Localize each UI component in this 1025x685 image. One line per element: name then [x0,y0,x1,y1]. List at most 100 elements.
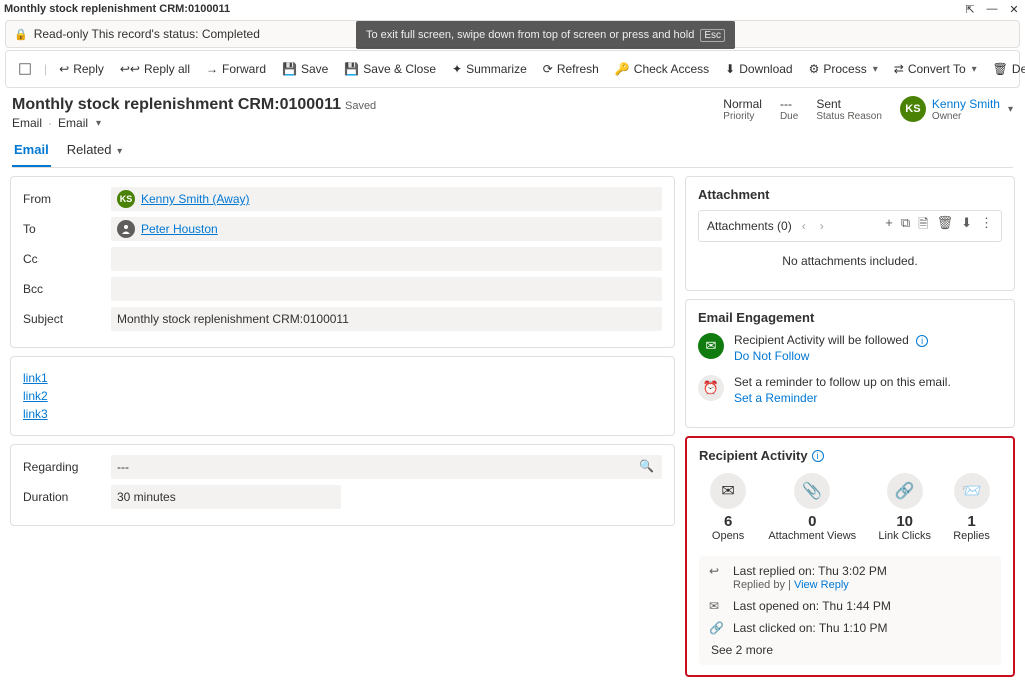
window-title: Monthly stock replenishment CRM:0100011 [4,3,963,15]
delete-button[interactable]: 🗑 Delete [987,58,1025,80]
readonly-bar: 🔒 Read-only This record's status: Comple… [5,20,1020,48]
attach-file-icon[interactable]: 🗎 [918,215,928,237]
new-button[interactable] [12,58,38,80]
email-form-panel: From KS Kenny Smith (Away) To Peter Hous… [10,176,675,348]
recipient-activity-title: Recipient Activity [699,448,808,463]
body-link-2[interactable]: link2 [23,389,662,403]
duration-value: 30 minutes [117,490,176,504]
open-icon: ✉ [709,599,725,613]
attach-download-icon[interactable]: ⬇ [961,215,972,237]
from-label: From [23,192,111,206]
window-titlebar: Monthly stock replenishment CRM:0100011 … [0,0,1025,18]
owner-avatar: KS [900,96,926,122]
duration-label: Duration [23,490,111,504]
content: From KS Kenny Smith (Away) To Peter Hous… [0,168,1025,685]
link-clicks-label: Link Clicks [878,530,931,542]
body-link-3[interactable]: link3 [23,407,662,421]
owner-link[interactable]: Kenny Smith [932,97,1000,111]
stat-opens: ✉ 6 Opens [710,473,746,542]
owner-label: Owner [932,111,1000,122]
see-more-link[interactable]: See 2 more [709,643,991,657]
attach-views-icon: 📎 [794,473,830,509]
save-close-button[interactable]: 💾 Save & Close [338,58,442,80]
replied-by-text: Replied by | [733,579,794,591]
reply-all-button[interactable]: ↩↩ Reply all [114,58,196,80]
reply-button[interactable]: ↩ Reply [53,58,110,80]
attach-more-icon[interactable]: ⋮ [980,215,993,237]
attachment-panel: Attachment Attachments (0) ‹ › + ⧉ 🗎 🗑 ⬇… [685,176,1015,291]
to-link[interactable]: Peter Houston [141,222,218,236]
replies-icon: 📨 [954,473,990,509]
save-button[interactable]: 💾 Save [276,58,334,80]
popout-icon[interactable]: ⇱ [963,2,977,16]
to-field[interactable]: Peter Houston [111,217,662,241]
close-icon[interactable]: ✕ [1007,2,1021,16]
left-column: From KS Kenny Smith (Away) To Peter Hous… [10,176,675,677]
record-header: Monthly stock replenishment CRM:0100011S… [12,96,1013,130]
status-label: Status Reason [816,111,882,122]
regarding-field[interactable]: --- 🔍 [111,455,662,479]
regarding-label: Regarding [23,460,111,474]
forward-button[interactable]: → Forward [200,58,272,80]
owner-chevron-icon[interactable]: ▾ [1008,104,1013,115]
subject-field[interactable]: Monthly stock replenishment CRM:0100011 [111,307,662,331]
view-reply-link[interactable]: View Reply [794,579,849,591]
do-not-follow-link[interactable]: Do Not Follow [734,349,928,363]
no-attachments-text: No attachments included. [698,242,1002,280]
cc-field[interactable] [111,247,662,271]
lock-icon: 🔒 [14,28,28,41]
attach-views-label: Attachment Views [768,530,856,542]
due-label: Due [780,111,798,122]
search-icon[interactable]: 🔍 [639,459,654,473]
attach-prev-icon[interactable]: ‹ [798,219,810,233]
owner-field: KS Kenny Smith Owner ▾ [900,96,1013,122]
tab-related[interactable]: Related ▾ [65,134,124,167]
tab-email[interactable]: Email [12,134,51,167]
duration-field[interactable]: 30 minutes [111,485,341,509]
fullscreen-hint: To exit full screen, swipe down from top… [356,21,735,49]
command-bar: | ↩ Reply ↩↩ Reply all → Forward 💾 Save … [5,50,1020,88]
convert-to-button[interactable]: ⇄ Convert To▾ [888,58,983,80]
from-field[interactable]: KS Kenny Smith (Away) [111,187,662,211]
summarize-button[interactable]: ✦ Summarize [446,58,533,80]
regarding-value: --- [117,460,129,474]
mail-icon: ✉ [698,333,724,359]
reminder-text: Set a reminder to follow up on this emai… [734,375,951,389]
process-button[interactable]: ⚙ Process▾ [803,58,884,80]
last-clicked-text: Last clicked on: Thu 1:10 PM [733,621,888,635]
record-saved: Saved [345,100,376,112]
regarding-panel: Regarding --- 🔍 Duration 30 minutes [10,444,675,526]
refresh-button[interactable]: ⟳ Refresh [537,58,605,80]
minimize-icon[interactable]: — [985,2,999,16]
record-type-1: Email [12,116,42,130]
replies-label: Replies [953,530,990,542]
record-subtitle: Email · Email ▾ [12,116,376,130]
tabs: Email Related ▾ [12,134,1013,168]
body-link-1[interactable]: link1 [23,371,662,385]
bcc-field[interactable] [111,277,662,301]
subject-label: Subject [23,312,111,326]
replies-value: 1 [953,513,990,530]
status-value: Sent [816,97,882,111]
from-link[interactable]: Kenny Smith (Away) [141,192,250,206]
attachment-title: Attachment [698,187,1002,202]
attach-next-icon[interactable]: › [816,219,828,233]
attach-views-value: 0 [768,513,856,530]
links-panel: link1 link2 link3 [10,356,675,436]
attach-copy-icon[interactable]: ⧉ [901,215,910,237]
from-avatar: KS [117,190,135,208]
attach-delete-icon[interactable]: 🗑 [937,215,954,237]
opens-icon: ✉ [710,473,746,509]
opens-label: Opens [710,530,746,542]
timeline-clicked: 🔗 Last clicked on: Thu 1:10 PM [709,621,991,635]
last-replied-text: Last replied on: Thu 3:02 PM [733,564,887,578]
recipient-info-icon[interactable]: i [812,450,824,462]
record-type-chevron-icon[interactable]: ▾ [96,118,101,129]
last-opened-text: Last opened on: Thu 1:44 PM [733,599,891,613]
reply-icon: ↩ [709,564,725,578]
set-reminder-link[interactable]: Set a Reminder [734,391,951,405]
info-icon[interactable]: i [916,335,928,347]
attach-add-icon[interactable]: + [885,215,893,237]
download-button[interactable]: ⬇ Download [719,58,798,80]
check-access-button[interactable]: 🔑 Check Access [609,58,715,80]
